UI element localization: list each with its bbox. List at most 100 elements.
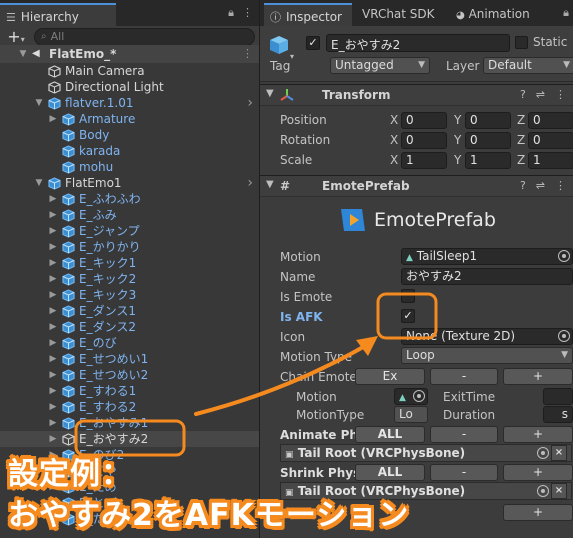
- collapsed-arrow-icon[interactable]: ▶: [48, 415, 58, 431]
- collapsed-arrow-icon[interactable]: ▶: [48, 255, 58, 271]
- object-picker-icon[interactable]: [537, 485, 549, 497]
- exit-time-toggle[interactable]: [543, 388, 573, 405]
- hierarchy-row[interactable]: ▶ E_おやすみ2: [0, 431, 259, 447]
- hierarchy-row[interactable]: ▶ E_ダンス1: [0, 303, 259, 319]
- emoteprefab-header[interactable]: ▼ # EmotePrefab ? ⇌ ⋮: [260, 175, 573, 197]
- collapsed-arrow-icon[interactable]: ▶: [48, 335, 58, 351]
- collapsed-arrow-icon[interactable]: ▶: [48, 367, 58, 383]
- chevron-right-icon[interactable]: ›: [247, 175, 253, 191]
- tab-hierarchy[interactable]: ☰ Hierarchy: [0, 3, 116, 26]
- hierarchy-row[interactable]: ▶ E_せつめい2: [0, 367, 259, 383]
- transform-position-x-field[interactable]: 0: [401, 112, 447, 129]
- transform-rotation-y-field[interactable]: 0: [465, 132, 511, 149]
- collapsed-arrow-icon[interactable]: ▶: [48, 383, 58, 399]
- add-object-button[interactable]: +▾: [4, 27, 28, 46]
- object-picker-icon[interactable]: [537, 447, 549, 459]
- preset-icon[interactable]: ⇌: [536, 179, 545, 192]
- collapsed-arrow-icon[interactable]: ▶: [48, 479, 58, 495]
- kebab-menu-icon[interactable]: ⋮: [555, 88, 566, 101]
- animate-tail-root-row[interactable]: ▣ Tail Root (VRCPhysBone) ×: [280, 444, 572, 462]
- is-afk-checkbox[interactable]: ✓: [401, 309, 415, 323]
- hierarchy-row[interactable]: Main Camera: [0, 63, 259, 79]
- expand-arrow-icon[interactable]: ▼: [18, 45, 28, 63]
- collapsed-arrow-icon[interactable]: ▶: [48, 511, 58, 527]
- hierarchy-row[interactable]: ▼ FlatEmo1 ›: [0, 175, 259, 191]
- kebab-menu-icon[interactable]: ⋮: [242, 45, 253, 63]
- is-emote-checkbox[interactable]: [401, 289, 415, 303]
- motion-type-dropdown[interactable]: Loop ▼: [401, 347, 573, 364]
- collapsed-arrow-icon[interactable]: ▶: [48, 191, 58, 207]
- shrink-minus-button[interactable]: -: [430, 464, 498, 481]
- kebab-menu-icon[interactable]: ⋮: [242, 6, 253, 20]
- animate-all-button[interactable]: ALL: [355, 426, 425, 443]
- chain-plus-button[interactable]: +: [503, 368, 573, 385]
- scene-row[interactable]: ▼ ◀ FlatEmo_* ⋮: [0, 45, 259, 63]
- collapsed-arrow-icon[interactable]: ▶: [48, 271, 58, 287]
- tab-vrchat-sdk[interactable]: VRChat SDK: [362, 7, 435, 21]
- collapsed-arrow-icon[interactable]: ▶: [48, 303, 58, 319]
- hierarchy-row[interactable]: ▶ E_せつめい1: [0, 351, 259, 367]
- object-picker-icon[interactable]: [558, 330, 570, 342]
- collapsed-arrow-icon[interactable]: ▶: [48, 223, 58, 239]
- bottom-plus-button[interactable]: +: [503, 504, 573, 521]
- hierarchy-row[interactable]: ▶ E_のび2: [0, 447, 259, 463]
- tab-inspector[interactable]: ⓘ Inspector: [264, 3, 352, 26]
- hierarchy-row[interactable]: ▶ Armature: [0, 111, 259, 127]
- chain-minus-button[interactable]: -: [430, 368, 498, 385]
- chevron-down-icon[interactable]: ▾: [290, 52, 294, 61]
- hierarchy-row[interactable]: Body: [0, 127, 259, 143]
- hierarchy-row[interactable]: ▶ E_ため: [0, 479, 259, 495]
- animate-minus-button[interactable]: -: [430, 426, 498, 443]
- collapsed-arrow-icon[interactable]: ▶: [48, 447, 58, 463]
- tab-animation[interactable]: ◕ Animation: [456, 7, 530, 21]
- animate-plus-button[interactable]: +: [503, 426, 573, 443]
- transform-rotation-x-field[interactable]: 0: [401, 132, 447, 149]
- collapsed-arrow-icon[interactable]: ▶: [48, 351, 58, 367]
- sub-motion-field[interactable]: ▲: [394, 388, 428, 405]
- collapsed-arrow-icon[interactable]: ▶: [48, 495, 58, 511]
- layer-dropdown[interactable]: Default ▼: [483, 57, 573, 74]
- hierarchy-row[interactable]: ▶ E_ふみ: [0, 207, 259, 223]
- hierarchy-row[interactable]: ▶ E_すわる2: [0, 399, 259, 415]
- transform-scale-y-field[interactable]: 1: [465, 152, 511, 169]
- remove-button[interactable]: ×: [551, 483, 567, 499]
- transform-rotation-z-field[interactable]: 0: [528, 132, 573, 149]
- shrink-plus-button[interactable]: +: [503, 464, 573, 481]
- hierarchy-row[interactable]: ▶ E_すわる1: [0, 383, 259, 399]
- hierarchy-row[interactable]: ▶ E_キック3: [0, 287, 259, 303]
- collapsed-arrow-icon[interactable]: ▶: [48, 239, 58, 255]
- shrink-tail-root-row[interactable]: ▣ Tail Root (VRCPhysBone) ×: [280, 482, 572, 500]
- transform-header[interactable]: ▼ Transform ? ⇌ ⋮: [260, 84, 573, 106]
- duration-field[interactable]: s: [543, 406, 573, 423]
- motion-field[interactable]: ▲ TailSleep1: [401, 248, 573, 265]
- hierarchy-row[interactable]: Directional Light: [0, 79, 259, 95]
- hierarchy-row[interactable]: ▶ E_のび: [0, 335, 259, 351]
- transform-position-y-field[interactable]: 0: [465, 112, 511, 129]
- collapsed-arrow-icon[interactable]: ▶: [48, 287, 58, 303]
- hierarchy-row[interactable]: ▶ E_ため: [0, 511, 259, 527]
- hierarchy-row[interactable]: ▶ E_ふわふわ: [0, 191, 259, 207]
- transform-scale-z-field[interactable]: 1: [528, 152, 573, 169]
- expand-arrow-icon[interactable]: ▼: [34, 95, 44, 111]
- lock-icon[interactable]: 🔒︎: [228, 6, 234, 20]
- expand-arrow-icon[interactable]: ▼: [34, 175, 44, 191]
- collapsed-arrow-icon[interactable]: ▶: [48, 319, 58, 335]
- object-name-field[interactable]: E_おやすみ2: [326, 34, 510, 52]
- transform-scale-x-field[interactable]: 1: [401, 152, 447, 169]
- remove-button[interactable]: ×: [551, 445, 567, 461]
- preset-icon[interactable]: ⇌: [536, 88, 545, 101]
- sub-motion-type-dropdown[interactable]: Lo: [394, 406, 428, 423]
- object-picker-icon[interactable]: [413, 390, 425, 402]
- hierarchy-row[interactable]: ▶ E_かりかり: [0, 239, 259, 255]
- hierarchy-row[interactable]: ▶ E_ダンス2: [0, 319, 259, 335]
- collapsed-arrow-icon[interactable]: ▶: [48, 463, 58, 479]
- hierarchy-row[interactable]: ▶ E_キック1: [0, 255, 259, 271]
- hierarchy-row[interactable]: ▶ E_キック2: [0, 271, 259, 287]
- chain-ex-button[interactable]: Ex: [355, 368, 425, 385]
- transform-position-z-field[interactable]: 0: [528, 112, 573, 129]
- collapsed-arrow-icon[interactable]: ▶: [48, 207, 58, 223]
- hierarchy-row[interactable]: ▶ E_おやすみ1: [0, 415, 259, 431]
- search-input[interactable]: ⌕ All: [34, 27, 255, 46]
- static-checkbox[interactable]: [515, 36, 528, 49]
- hierarchy-row[interactable]: mohu: [0, 159, 259, 175]
